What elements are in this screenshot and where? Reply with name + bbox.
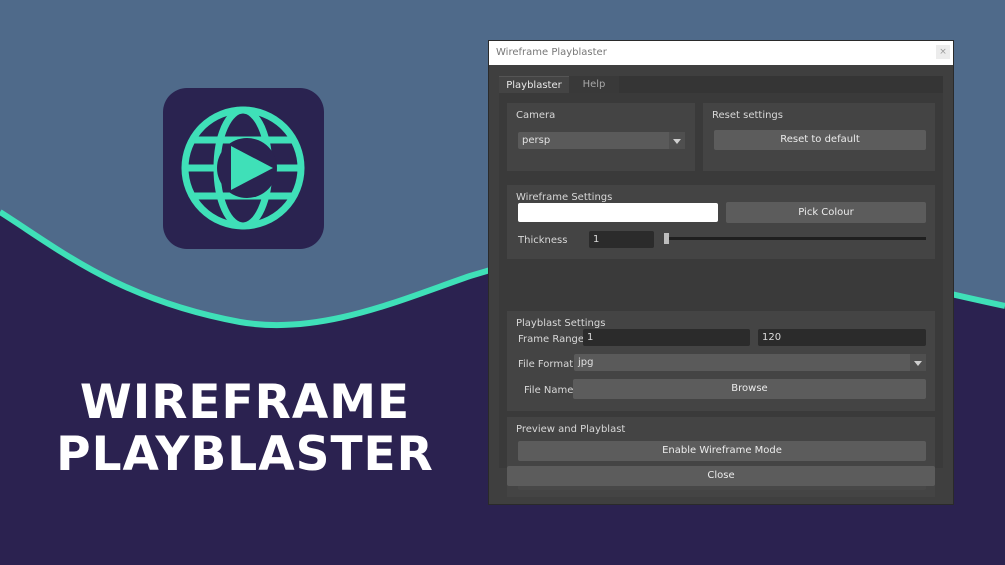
globe-play-icon xyxy=(181,106,305,230)
frame-range-label: Frame Range xyxy=(518,334,585,345)
tab-playblaster[interactable]: Playblaster xyxy=(499,76,569,93)
reset-group: Reset settings Reset to default xyxy=(703,103,935,171)
window-titlebar[interactable]: Wireframe Playblaster × xyxy=(489,41,953,65)
thickness-label: Thickness xyxy=(518,235,568,246)
close-icon[interactable]: × xyxy=(936,45,950,59)
camera-group: Camera persp xyxy=(507,103,695,171)
camera-dropdown[interactable]: persp xyxy=(518,132,685,149)
tab-bar: Playblaster Help xyxy=(499,76,943,93)
file-format-dropdown[interactable]: jpg xyxy=(574,354,926,371)
plugin-window: Wireframe Playblaster × Playblaster Help… xyxy=(488,40,954,505)
enable-wireframe-mode-button[interactable]: Enable Wireframe Mode xyxy=(518,441,926,461)
reset-to-default-button[interactable]: Reset to default xyxy=(714,130,926,150)
browse-button[interactable]: Browse xyxy=(573,379,926,399)
frame-start-field[interactable]: 1 xyxy=(583,329,750,346)
close-button[interactable]: Close xyxy=(507,466,935,486)
chevron-down-icon xyxy=(669,132,685,149)
chevron-down-icon xyxy=(910,354,926,371)
colour-swatch[interactable] xyxy=(518,203,718,222)
camera-label: Camera xyxy=(516,110,556,121)
tab-help[interactable]: Help xyxy=(569,76,619,93)
preview-label: Preview and Playblast xyxy=(516,424,626,435)
file-format-selected-value: jpg xyxy=(578,357,594,368)
hero-title-line-1: WIREFRAME xyxy=(79,375,411,430)
reset-label: Reset settings xyxy=(712,110,783,121)
wireframe-settings-label: Wireframe Settings xyxy=(516,192,613,203)
pick-colour-button[interactable]: Pick Colour xyxy=(726,202,926,223)
thickness-slider-track[interactable] xyxy=(664,233,926,244)
playblast-settings-label: Playblast Settings xyxy=(516,318,606,329)
thickness-field[interactable]: 1 xyxy=(589,231,654,248)
camera-selected-value: persp xyxy=(522,135,551,146)
app-logo xyxy=(163,88,324,249)
hero-title-line-2: PLAYBLASTER xyxy=(56,427,434,482)
tab-content: Camera persp Reset settings Reset to def… xyxy=(499,93,943,497)
playblast-settings-panel: Playblast Settings Frame Range 1 120 Fil… xyxy=(507,311,935,411)
wireframe-settings-group: Wireframe Settings Pick Colour Thickness… xyxy=(507,185,935,259)
file-format-label: File Format xyxy=(518,359,574,370)
frame-end-field[interactable]: 120 xyxy=(758,329,926,346)
window-title: Wireframe Playblaster xyxy=(496,47,607,58)
thickness-slider-handle[interactable] xyxy=(664,233,669,244)
file-name-label: File Name xyxy=(524,385,574,396)
